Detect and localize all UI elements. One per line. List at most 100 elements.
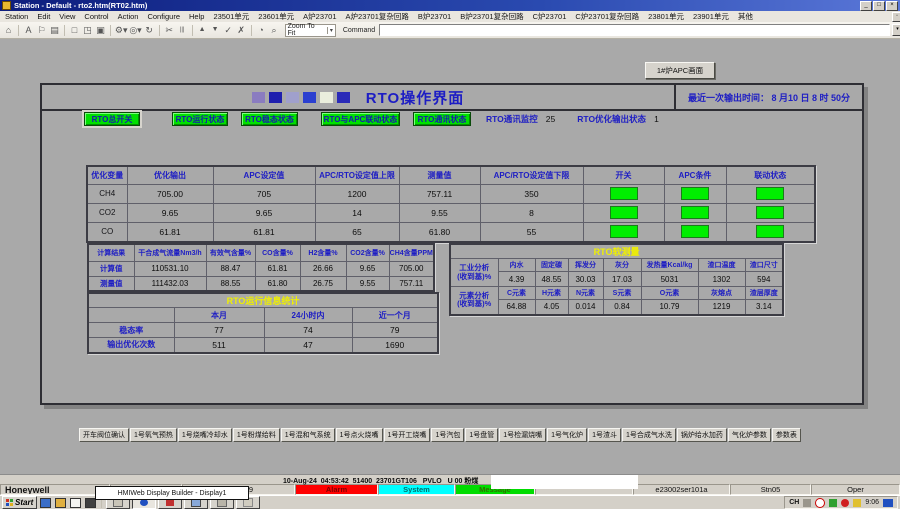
folder-icon[interactable] [54, 497, 67, 508]
clock-icon[interactable]: ◔ [256, 24, 267, 36]
nav-gasifier-button[interactable]: 1号气化炉 [547, 428, 587, 442]
cell: 26.66 [300, 261, 346, 276]
cell: 61.81 [127, 222, 213, 242]
nav-valve-confirm-button[interactable]: 开车阀位确认 [79, 428, 129, 442]
command-dropdown-button[interactable]: ▾ [892, 24, 900, 36]
rto-comm-status-button[interactable]: RTO通讯状态 [413, 112, 471, 126]
nav-startup-burner-button[interactable]: 1号开工烧嘴 [384, 428, 431, 442]
col-header [88, 308, 174, 323]
home-icon[interactable]: ⌂ [3, 24, 14, 36]
nav-ignition-burner-button[interactable]: 1号点火烧嘴 [336, 428, 383, 442]
minimize-button[interactable]: _ [860, 1, 872, 11]
printer-icon[interactable] [803, 499, 811, 507]
network-icon[interactable] [883, 499, 893, 507]
child-restore-button[interactable]: ▫ [892, 12, 900, 22]
chevron-down-icon: ▾ [327, 27, 333, 34]
menu-furnace-a[interactable]: A炉23701 [303, 11, 336, 22]
cell: 594 [745, 272, 783, 287]
toolbar-config-icon[interactable]: ||| [177, 24, 188, 36]
menu-station[interactable]: Station [5, 12, 28, 21]
nav-steam-drum-button[interactable]: 1号汽包 [431, 428, 464, 442]
tray-clock[interactable]: 9:06 [865, 499, 879, 506]
lower-icon[interactable]: ▼ [210, 24, 221, 36]
menu-furnace-c-loops[interactable]: C炉23701复杂回路 [575, 11, 639, 22]
rto-run-status-button[interactable]: RTO运行状态 [172, 112, 228, 126]
table-title-row: RTO软测量 [450, 244, 783, 259]
cell: 1302 [698, 272, 745, 287]
menu-furnace-b[interactable]: B炉23701 [418, 11, 451, 22]
input-language-indicator[interactable]: CH [789, 499, 799, 506]
start-button[interactable]: Start [2, 496, 37, 509]
trend-display-icon[interactable]: ▣ [95, 24, 106, 36]
monitor-icon[interactable] [39, 497, 52, 508]
panel-header: RTO操作界面 最近一次输出时间： 8 月10 日 8 时 50分 [42, 85, 862, 111]
furnace1-apc-screen-button[interactable]: 1#炉APC画面 [645, 62, 715, 79]
alarm-annunciator-icon[interactable]: ⚐ [36, 24, 47, 36]
update-status-icon[interactable] [853, 499, 861, 507]
gear-menu-icon[interactable]: ⚙▾ [115, 24, 127, 36]
maximize-button[interactable]: □ [873, 1, 885, 11]
menu-action[interactable]: Action [118, 12, 139, 21]
refresh-icon[interactable]: ↻ [144, 24, 155, 36]
run-statistics-table: RTO运行信息统计 本月 24小时内 近一个月 稳态率 77 74 79 输出优… [87, 292, 439, 354]
col-header: 内水 [498, 259, 535, 272]
menu-view[interactable]: View [59, 12, 75, 21]
nav-coil-button[interactable]: 1号盘管 [465, 428, 498, 442]
menu-other[interactable]: 其他 [738, 11, 753, 22]
blocked-status-icon[interactable] [815, 498, 825, 508]
cancel-icon[interactable]: ✗ [236, 24, 247, 36]
col-header: H2含量% [300, 244, 346, 261]
raise-icon[interactable]: ▲ [197, 24, 208, 36]
nav-burner-cooling-water-button[interactable]: 1号烧嘴冷却水 [178, 428, 232, 442]
cell: 61.81 [213, 222, 315, 242]
print-icon[interactable]: ▤ [49, 24, 60, 36]
menu-help[interactable]: Help [189, 12, 204, 21]
menu-control[interactable]: Control [84, 12, 108, 21]
nav-param-table-button[interactable]: 参数表 [772, 428, 801, 442]
rto-master-switch-button[interactable]: RTO总开关 [84, 112, 140, 126]
alarm-summary-icon[interactable]: A [23, 24, 34, 36]
station-menu-icon[interactable]: ◎▾ [129, 24, 141, 36]
nav-gasifier-params-button[interactable]: 气化炉参数 [728, 428, 771, 442]
cut-icon[interactable]: ✂ [164, 24, 175, 36]
taskbar-tooltip: HMIWeb Display Builder - Display1 [95, 486, 249, 500]
menu-unit-23501[interactable]: 23501单元 [213, 11, 249, 22]
table-header-row: 元素分析(收到基)% C元素 H元素 N元素 S元素 O元素 灰熔点 渣层厚度 [450, 287, 783, 300]
menu-unit-23601[interactable]: 23601单元 [258, 11, 294, 22]
menu-furnace-b-loops[interactable]: B炉23701复杂回路 [460, 11, 523, 22]
menu-unit-23901[interactable]: 23901单元 [693, 11, 729, 22]
menu-unit-23801[interactable]: 23801单元 [648, 11, 684, 22]
nav-coal-feed-button[interactable]: 1号粉煤给料 [233, 428, 280, 442]
detail-display-icon[interactable]: ◳ [82, 24, 93, 36]
toolbar: ⌂ A ⚐ ▤ □ ◳ ▣ ⚙▾ ◎▾ ↻ ✂ ||| ▲ ▼ ✓ ✗ ◔ ⌕ … [0, 22, 900, 39]
menu-furnace-c[interactable]: C炉23701 [533, 11, 567, 22]
rto-apc-link-status-button[interactable]: RTO与APC联动状态 [321, 112, 400, 126]
rto-steady-status-button[interactable]: RTO稳态状态 [241, 112, 298, 126]
menu-edit[interactable]: Edit [37, 12, 50, 21]
search-icon[interactable]: ⌕ [269, 24, 280, 36]
alert-status-icon[interactable] [841, 499, 849, 507]
system-tray: CH 9:06 [784, 496, 898, 509]
document-icon[interactable] [69, 497, 82, 508]
close-button[interactable]: × [886, 1, 898, 11]
table-header-row: 本月 24小时内 近一个月 [88, 308, 438, 323]
nav-syngas-wash-button[interactable]: 1号合成气水洗 [622, 428, 676, 442]
zoom-select[interactable]: Zoom To Fit ▾ [285, 24, 336, 37]
display-icon[interactable]: □ [69, 24, 80, 36]
latest-alarm-line[interactable]: 10-Aug-24 04:53:42 51400 23701GT106 PVLO… [283, 476, 478, 486]
accept-icon[interactable]: ✓ [223, 24, 234, 36]
ok-status-icon[interactable] [829, 499, 837, 507]
nav-mixed-gas-system-button[interactable]: 1号混和气系统 [281, 428, 335, 442]
menu-furnace-a-loops[interactable]: A炉23701复杂回路 [346, 11, 409, 22]
menu-configure[interactable]: Configure [147, 12, 180, 21]
nav-slag-hopper-button[interactable]: 1号渣斗 [588, 428, 621, 442]
cell: 17.03 [603, 272, 641, 287]
command-input[interactable] [379, 24, 890, 36]
cell: 5031 [641, 272, 698, 287]
app-icon [2, 1, 11, 10]
nav-boiler-water-dosing-button[interactable]: 锅炉给水加药 [677, 428, 727, 442]
table-title: RTO运行信息统计 [88, 293, 438, 308]
nav-oxygen-preheat-button[interactable]: 1号氧气预热 [130, 428, 177, 442]
nav-leak-check-burner-button[interactable]: 1号检漏烧嘴 [499, 428, 546, 442]
col-header: 本月 [174, 308, 264, 323]
